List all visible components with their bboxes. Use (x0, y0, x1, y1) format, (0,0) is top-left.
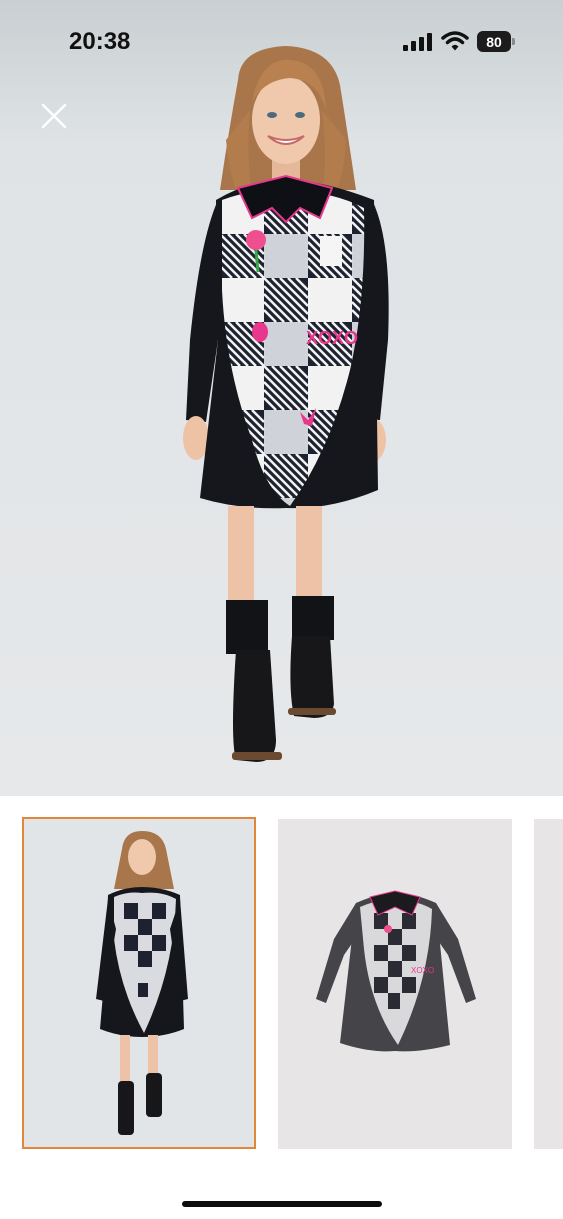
svg-text:XOXO: XOXO (411, 966, 434, 975)
battery-tip (512, 38, 515, 45)
thumbnail-strip[interactable]: XOXO (0, 817, 563, 1149)
thumbnail-next-photo-partial[interactable] (534, 819, 563, 1149)
battery-icon: 80 (477, 31, 517, 52)
thumbnail-image (96, 831, 188, 1135)
signal-icon (403, 33, 432, 51)
thumbnail-model-photo[interactable] (22, 817, 256, 1149)
thumbnail-dress-photo[interactable]: XOXO (278, 819, 512, 1149)
close-icon (41, 103, 67, 129)
status-bar: 20:38 80 (0, 0, 563, 80)
svg-text:XOXO: XOXO (306, 328, 358, 348)
main-product-image: XOXO (183, 46, 389, 762)
home-indicator[interactable] (182, 1201, 382, 1207)
close-button[interactable] (38, 100, 70, 132)
wifi-icon (441, 31, 469, 51)
status-time: 20:38 (69, 28, 131, 55)
main-product-image-area[interactable]: XOXO 20:38 80 (0, 0, 563, 796)
thumbnail-image: XOXO (316, 890, 476, 1052)
battery-level: 80 (477, 31, 511, 52)
